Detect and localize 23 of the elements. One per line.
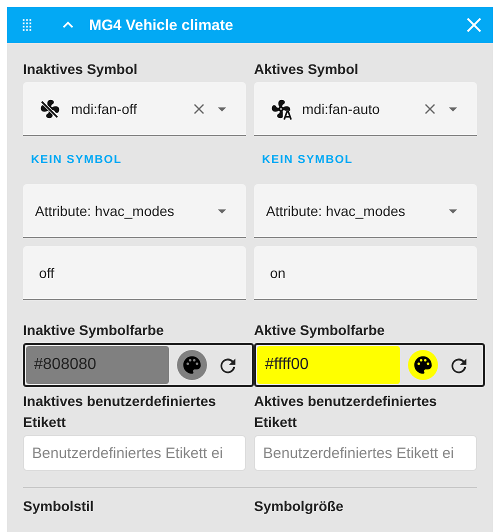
palette-icon[interactable] <box>177 350 207 380</box>
label-input-field[interactable]: Benutzerdefiniertes Etikett ei <box>23 435 246 471</box>
field-label: Inaktives benutzerdefiniertes Etikett <box>23 392 217 432</box>
attribute-select[interactable]: Attribute: hvac_modes <box>23 184 246 238</box>
field-label: Aktives Symbol <box>254 60 360 79</box>
field-label: Inaktives Symbol <box>23 60 138 79</box>
fan-off-icon <box>39 98 61 120</box>
state-field[interactable]: on <box>254 246 477 300</box>
field-label: Symbolstil <box>23 497 95 516</box>
palette-icon[interactable] <box>408 350 438 380</box>
dialog-title: MG4 Vehicle climate <box>89 16 234 34</box>
field-label: Aktive Symbolfarbe <box>254 321 386 340</box>
label-input-field[interactable]: Benutzerdefiniertes Etikett ei <box>254 435 477 471</box>
state-field[interactable]: off <box>23 246 246 300</box>
color-field[interactable]: #808080 <box>26 346 169 384</box>
field-label: Aktives benutzerdefiniertes Etikett <box>254 392 438 432</box>
field-label: Inaktive Symbolfarbe <box>23 321 165 340</box>
field-label: Symbolgröße <box>254 497 344 516</box>
color-field[interactable]: #ffff00 <box>257 346 400 384</box>
fan-auto-icon <box>270 98 292 120</box>
attribute-select[interactable]: Attribute: hvac_modes <box>254 184 477 238</box>
icon-picker-field[interactable]: mdi:fan-off <box>23 82 246 136</box>
icon-picker-field[interactable]: mdi:fan-auto <box>254 82 477 136</box>
